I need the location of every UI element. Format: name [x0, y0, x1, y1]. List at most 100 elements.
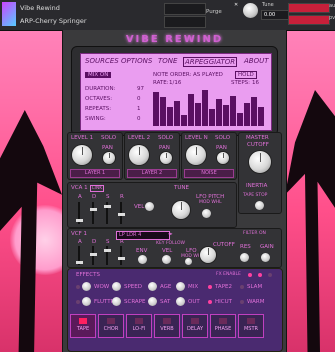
- tab-tone[interactable]: TONE: [158, 57, 177, 65]
- vcf-vel-knob[interactable]: [162, 255, 171, 264]
- out-knob[interactable]: [176, 297, 185, 306]
- arp-step-13[interactable]: [237, 113, 243, 126]
- res-knob[interactable]: [240, 253, 249, 262]
- tune-value[interactable]: 0.00: [261, 10, 289, 20]
- warm-led[interactable]: [240, 300, 244, 304]
- midi-ch-box[interactable]: [164, 3, 206, 15]
- tape-stop-knob[interactable]: [255, 201, 264, 210]
- vcf-release-handle[interactable]: [118, 257, 125, 260]
- filter-on-toggle[interactable]: FILTER ON: [243, 231, 266, 236]
- tab-sources[interactable]: SOURCES: [85, 57, 119, 65]
- duration-value[interactable]: 97: [137, 86, 144, 92]
- arp-step-6[interactable]: [188, 94, 194, 126]
- hicut-toggle[interactable]: HICUT: [215, 299, 232, 305]
- note-order-value[interactable]: AS PLAYED: [193, 72, 223, 78]
- tab-about[interactable]: ABOUT: [244, 57, 269, 65]
- layer-2-name[interactable]: LAYER 2: [127, 169, 177, 178]
- steps-value[interactable]: 16: [252, 80, 259, 86]
- rate-value[interactable]: 1/16: [169, 80, 181, 86]
- step-sequencer[interactable]: [153, 88, 265, 126]
- vca-link-button[interactable]: LINK: [90, 185, 105, 192]
- fx-enable-led-3[interactable]: [268, 273, 272, 277]
- arp-step-9[interactable]: [209, 109, 215, 126]
- vca-release-handle[interactable]: [118, 213, 125, 216]
- arp-step-16[interactable]: [258, 107, 264, 126]
- preset-name[interactable]: ARP-Cherry Springer: [20, 15, 87, 27]
- vcf-decay-handle[interactable]: [90, 253, 97, 256]
- noise-name[interactable]: NOISE: [184, 169, 234, 178]
- master-cutoff-knob[interactable]: [249, 151, 271, 173]
- slam-toggle[interactable]: SLAM: [247, 284, 262, 290]
- arp-step-5[interactable]: [181, 115, 187, 126]
- octaves-value[interactable]: 0: [137, 96, 141, 102]
- arp-step-15[interactable]: [251, 97, 257, 126]
- tune-knob[interactable]: [243, 3, 258, 18]
- arp-step-14[interactable]: [244, 103, 250, 126]
- arp-step-4[interactable]: [174, 101, 180, 126]
- age-knob[interactable]: [148, 282, 157, 291]
- fx-tab-verb[interactable]: VERB: [154, 314, 180, 338]
- lfo-pitch-knob[interactable]: [202, 209, 211, 218]
- gain-knob[interactable]: [261, 253, 270, 262]
- fx-tab-phase[interactable]: PHASE: [210, 314, 236, 338]
- arp-step-12[interactable]: [230, 96, 236, 126]
- fx-tab-chor[interactable]: CHOR: [98, 314, 124, 338]
- layer-2-solo[interactable]: SOLO: [158, 135, 173, 141]
- vcf-attack-handle[interactable]: [76, 261, 83, 264]
- tape2-toggle[interactable]: TAPE2: [215, 284, 232, 290]
- fluttr-led[interactable]: [76, 300, 80, 304]
- vca-decay-slider[interactable]: [92, 202, 94, 224]
- vcf-sustain-handle[interactable]: [104, 249, 111, 252]
- arp-step-1[interactable]: [153, 92, 159, 126]
- purge-button[interactable]: Purge: [206, 9, 222, 15]
- fx-enable-led-1[interactable]: [248, 273, 252, 277]
- wow-knob[interactable]: [82, 282, 91, 291]
- warm-toggle[interactable]: WARM: [247, 299, 264, 305]
- vcf-env-knob[interactable]: [138, 255, 147, 264]
- fx-tab-delay[interactable]: DELAY: [182, 314, 208, 338]
- tab-options[interactable]: OPTIONS: [121, 57, 152, 65]
- arp-step-3[interactable]: [167, 107, 173, 126]
- arp-step-7[interactable]: [195, 103, 201, 126]
- fx-tab-mstr[interactable]: MSTR: [238, 314, 264, 338]
- swing-value[interactable]: 0: [137, 116, 141, 122]
- layer-1-level-knob[interactable]: [72, 145, 92, 165]
- speed-knob[interactable]: [112, 282, 121, 291]
- vcf-cutoff-knob[interactable]: [200, 247, 216, 263]
- tab-arpeggiator[interactable]: ARPEGGIATOR: [183, 57, 238, 67]
- close-icon[interactable]: ✕: [234, 2, 238, 8]
- repeats-value[interactable]: 1: [137, 106, 141, 112]
- vca-attack-handle[interactable]: [76, 219, 83, 222]
- vcf-release-slider[interactable]: [120, 246, 122, 265]
- arp-step-2[interactable]: [160, 97, 166, 126]
- hicut-led[interactable]: [208, 300, 212, 304]
- layer-2-pan-knob[interactable]: [160, 152, 172, 164]
- arp-step-10[interactable]: [216, 99, 222, 126]
- fx-tab-tape[interactable]: TAPE: [70, 314, 96, 338]
- vca-sustain-handle[interactable]: [104, 205, 111, 208]
- layer-1-name[interactable]: LAYER 1: [70, 169, 120, 178]
- fx-enable-led-2[interactable]: [258, 273, 262, 277]
- vca-decay-handle[interactable]: [90, 208, 97, 211]
- sat-knob[interactable]: [148, 297, 157, 306]
- arp-step-11[interactable]: [223, 105, 229, 126]
- vca-vel-knob[interactable]: [145, 202, 154, 211]
- fx-tab-lofi[interactable]: LO-FI: [126, 314, 152, 338]
- layer-1-pan-knob[interactable]: [103, 152, 115, 164]
- arp-mode-chip[interactable]: MIX ON: [85, 72, 112, 78]
- noise-solo[interactable]: SOLO: [215, 135, 230, 141]
- mix-knob[interactable]: [176, 282, 185, 291]
- scrape-knob[interactable]: [112, 297, 121, 306]
- arp-step-8[interactable]: [202, 90, 208, 126]
- filter-type-select[interactable]: LP LDR 4: [116, 231, 170, 240]
- layer-2-level-knob[interactable]: [129, 145, 149, 165]
- wow-led[interactable]: [76, 285, 80, 289]
- tune-coarse-knob[interactable]: [172, 201, 190, 219]
- fluttr-knob[interactable]: [82, 297, 91, 306]
- noise-level-knob[interactable]: [186, 145, 206, 165]
- slam-led[interactable]: [240, 285, 244, 289]
- noise-pan-knob[interactable]: [217, 152, 229, 164]
- filter-type-arrows-icon[interactable]: ◂▸: [168, 232, 173, 237]
- instrument-name[interactable]: Vibe Rewind: [20, 2, 60, 14]
- hold-button[interactable]: HOLD: [235, 71, 257, 79]
